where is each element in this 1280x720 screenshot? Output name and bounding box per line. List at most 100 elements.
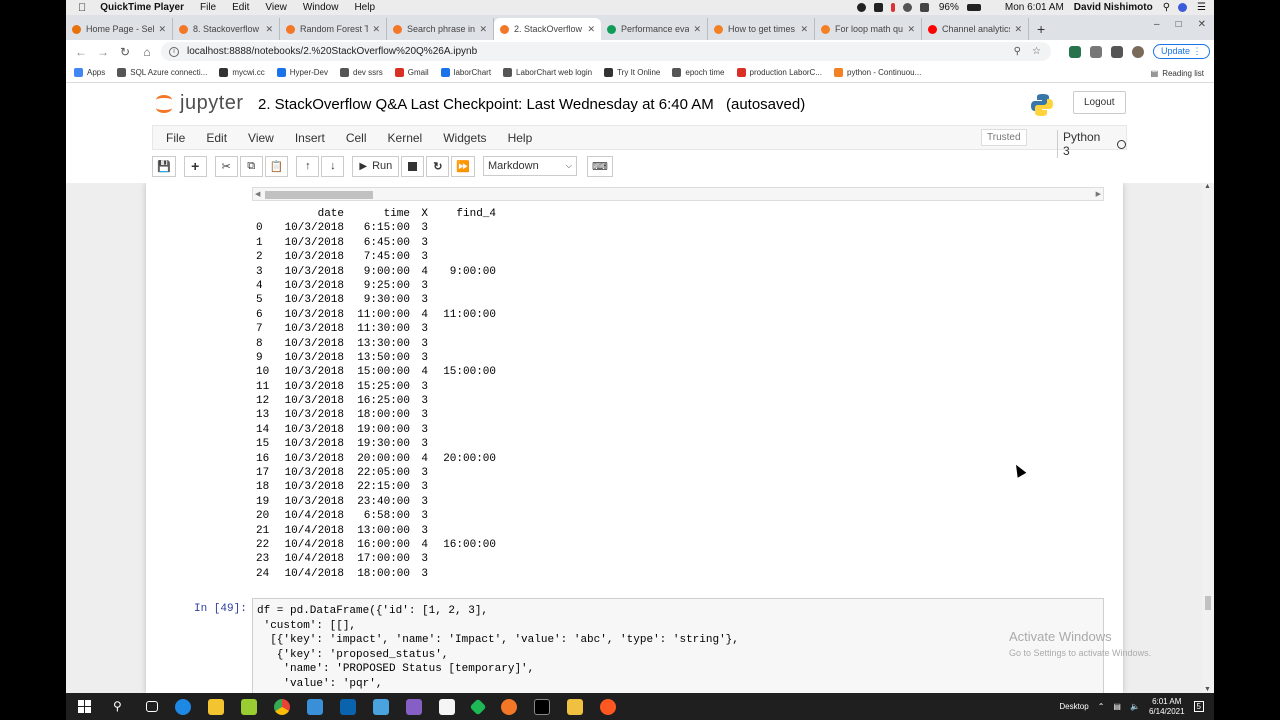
browser-tab[interactable]: Random Forest Te ✕ <box>280 18 387 40</box>
kernel-indicator[interactable]: Python 3 <box>1057 130 1126 158</box>
browser-tab[interactable]: 8. Stackoverflow ✕ <box>173 18 280 40</box>
tab-close-icon[interactable]: ✕ <box>587 24 595 35</box>
browser-tab[interactable]: Home Page - Sele ✕ <box>66 18 173 40</box>
scroll-down-icon[interactable]: ▼ <box>1204 686 1211 693</box>
taskbar-clock[interactable]: 6:01 AM 6/14/2021 <box>1149 697 1185 717</box>
app-name[interactable]: QuickTime Player <box>100 2 184 13</box>
bookmark-item[interactable]: mycwi.cc <box>219 68 265 77</box>
spotlight-icon[interactable]: ⚲ <box>1163 2 1170 13</box>
bookmark-item[interactable]: Gmail <box>394 68 429 77</box>
menu-widgets[interactable]: Widgets <box>443 131 486 145</box>
minimize-icon[interactable]: – <box>1154 19 1160 30</box>
vertical-scroll-thumb[interactable] <box>1205 596 1211 610</box>
battery-icon[interactable] <box>966 4 981 11</box>
run-button[interactable]: ▶ Run <box>352 155 400 177</box>
browser-tab[interactable]: For loop math qu ✕ <box>815 18 922 40</box>
update-button[interactable]: Update ⋮ <box>1153 44 1210 59</box>
browser-tab[interactable]: Channel analytics ✕ <box>922 18 1029 40</box>
paste-button[interactable]: 📋 <box>264 155 289 177</box>
bookmark-item[interactable]: Apps <box>74 68 105 77</box>
mac-menu-edit[interactable]: Edit <box>232 2 249 13</box>
bookmark-item[interactable]: Hyper-Dev <box>276 68 328 77</box>
menu-help[interactable]: Help <box>508 131 533 145</box>
page-vertical-scrollbar[interactable]: ▲ ▼ <box>1202 183 1214 693</box>
app-icon-4[interactable] <box>567 698 583 715</box>
output-horizontal-scrollbar[interactable]: ◀ ▶ <box>252 187 1104 201</box>
battery-percent[interactable]: 96% <box>939 2 959 13</box>
menu-insert[interactable]: Insert <box>295 131 325 145</box>
network-icon[interactable]: ▤ <box>1113 702 1121 711</box>
profile-avatar[interactable] <box>1132 45 1144 58</box>
scroll-thumb[interactable] <box>265 191 373 199</box>
bookmark-item[interactable]: production LaborC... <box>736 68 822 77</box>
cut-button[interactable]: ✂ <box>214 155 238 177</box>
back-icon[interactable]: ← <box>70 45 92 59</box>
file-explorer-icon[interactable] <box>208 698 224 715</box>
app-icon-1[interactable] <box>241 698 257 715</box>
tab-close-icon[interactable]: ✕ <box>479 24 487 35</box>
browser-tab[interactable]: Performance eval ✕ <box>601 18 708 40</box>
task-view-icon[interactable] <box>146 701 158 712</box>
visual-studio-icon[interactable] <box>406 698 422 715</box>
mac-menu-window[interactable]: Window <box>303 2 339 13</box>
restart-button[interactable]: ↻ <box>426 155 450 177</box>
notebook-name[interactable]: 2. StackOverflow Q&A <box>258 96 406 113</box>
mac-user[interactable]: David Nishimoto <box>1074 2 1153 13</box>
interrupt-button[interactable] <box>401 155 425 177</box>
url-field[interactable]: i localhost:8888/notebooks/2.%20StackOve… <box>161 42 1051 61</box>
menu-view[interactable]: View <box>248 131 274 145</box>
tab-close-icon[interactable]: ✕ <box>693 24 701 35</box>
azure-icon[interactable] <box>373 698 389 715</box>
copy-button[interactable]: ⧉ <box>239 155 263 177</box>
bookmark-item[interactable]: LaborChart web login <box>503 68 592 77</box>
bookmark-star-icon[interactable]: ☆ <box>1032 46 1041 57</box>
new-tab-button[interactable]: + <box>1037 18 1045 40</box>
notifications-icon[interactable]: 5 <box>1193 701 1204 712</box>
scroll-right-icon[interactable]: ▶ <box>1096 190 1101 198</box>
restart-run-all-button[interactable]: ⏩ <box>451 155 475 177</box>
maximize-icon[interactable]: □ <box>1176 19 1182 30</box>
pause-icon[interactable] <box>890 3 895 12</box>
mac-menu-file[interactable]: File <box>200 2 216 13</box>
siri-icon[interactable] <box>1178 3 1188 12</box>
bookmark-item[interactable]: laborChart <box>440 68 491 77</box>
control-center-icon[interactable]: ☰ <box>1197 2 1206 13</box>
screen-icon[interactable] <box>873 3 883 12</box>
forward-icon[interactable]: → <box>92 45 114 59</box>
code-editor[interactable]: df = pd.DataFrame({'id': [1, 2, 3], 'cus… <box>252 598 1104 693</box>
move-up-button[interactable]: ↑ <box>296 155 320 177</box>
menu-kernel[interactable]: Kernel <box>388 131 423 145</box>
edge-icon[interactable] <box>175 698 191 715</box>
jupyter-logo[interactable]: jupyter <box>154 92 244 115</box>
search-icon[interactable]: ⚲ <box>113 699 129 715</box>
logout-button[interactable]: Logout <box>1073 91 1126 114</box>
record-icon[interactable] <box>856 3 866 12</box>
info-icon[interactable]: i <box>169 46 179 57</box>
reading-list[interactable]: ▤ Reading list <box>1151 63 1204 83</box>
code-cell[interactable]: In [49]: df = pd.DataFrame({'id': [1, 2,… <box>184 598 1108 693</box>
app-icon-3[interactable] <box>469 698 487 715</box>
notepad-icon[interactable] <box>439 698 455 715</box>
browser-tab[interactable]: 2. StackOverflow ✕ <box>494 18 601 40</box>
app-icon-5[interactable] <box>600 698 616 715</box>
bookmark-item[interactable]: python - Continuou... <box>834 68 921 77</box>
menu-edit[interactable]: Edit <box>206 131 227 145</box>
terminal-icon[interactable] <box>534 698 550 715</box>
bookmark-item[interactable]: dev ssrs <box>340 68 383 77</box>
mac-menu-help[interactable]: Help <box>354 2 375 13</box>
volume-icon[interactable]: 🔈 <box>1130 702 1140 711</box>
tab-close-icon[interactable]: ✕ <box>372 24 380 35</box>
mac-menu-view[interactable]: View <box>265 2 287 13</box>
tab-close-icon[interactable]: ✕ <box>265 24 273 35</box>
tab-close-icon[interactable]: ✕ <box>1014 24 1022 35</box>
menu-file[interactable]: File <box>166 131 185 145</box>
move-down-button[interactable]: ↓ <box>321 155 345 177</box>
app-icon-2[interactable] <box>307 698 323 715</box>
outlook-icon[interactable] <box>340 698 356 715</box>
apple-icon[interactable]:  <box>78 2 86 14</box>
clock-icon[interactable] <box>902 3 912 12</box>
bookmark-item[interactable]: epoch time <box>672 68 725 77</box>
extension-icon-2[interactable] <box>1090 45 1102 58</box>
tab-close-icon[interactable]: ✕ <box>800 24 808 35</box>
scroll-up-icon[interactable]: ▲ <box>1204 183 1211 190</box>
